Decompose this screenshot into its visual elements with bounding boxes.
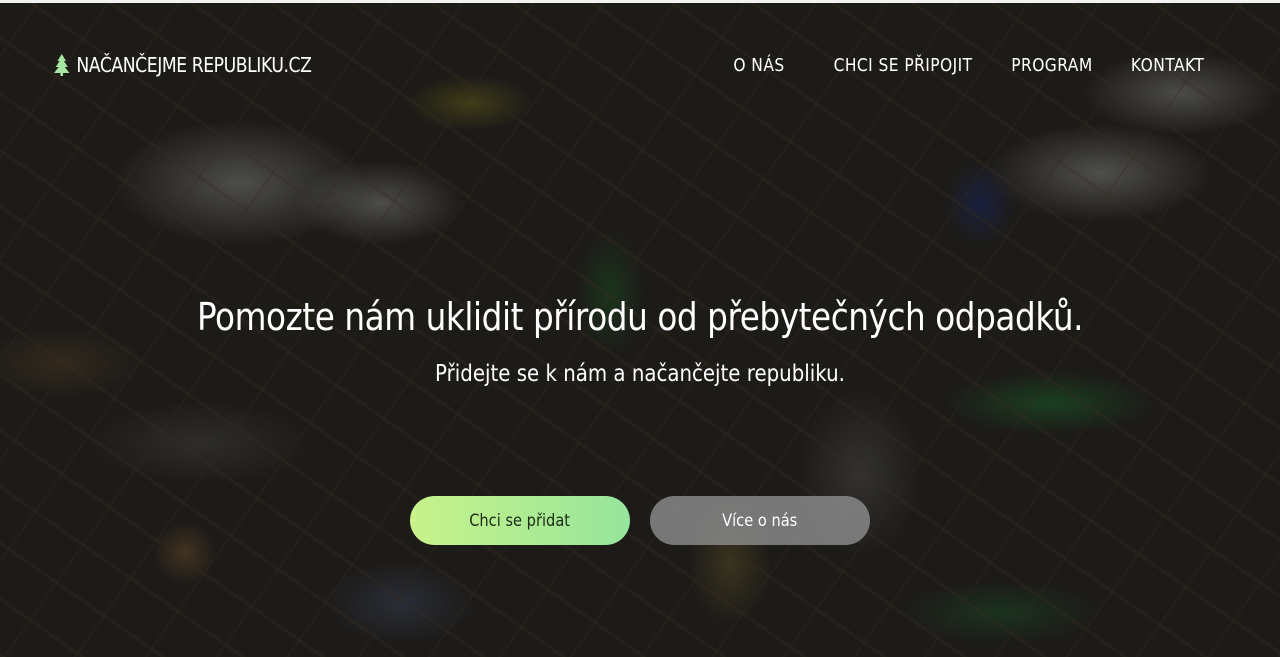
- top-navigation: NAČANČEJME REPUBLIKU.CZ O NÁS CHCI SE PŘ…: [0, 49, 1280, 81]
- hero-headline: Pomozte nám uklidit přírodu od přebytečn…: [196, 295, 1084, 339]
- hero-content: Pomozte nám uklidit přírodu od přebytečn…: [0, 295, 1280, 387]
- hero-actions: Chci se přidat Více o nás: [410, 496, 870, 545]
- nav-item-o-nas[interactable]: O NÁS: [733, 55, 784, 76]
- hero-section: NAČANČEJME REPUBLIKU.CZ O NÁS CHCI SE PŘ…: [0, 0, 1280, 657]
- join-button[interactable]: Chci se přidat: [410, 496, 630, 545]
- nav-item-chci-se-pripojit[interactable]: CHCI SE PŘIPOJIT: [833, 55, 972, 76]
- brand-logo-link[interactable]: NAČANČEJME REPUBLIKU.CZ: [54, 49, 312, 81]
- brand-name: NAČANČEJME REPUBLIKU.CZ: [76, 53, 312, 77]
- tree-icon: [54, 54, 70, 76]
- main-menu: O NÁS CHCI SE PŘIPOJIT PROGRAM KONTAKT: [725, 49, 1204, 81]
- more-about-us-button[interactable]: Více o nás: [650, 496, 870, 545]
- nav-item-program[interactable]: PROGRAM: [1011, 55, 1092, 76]
- hero-subline: Přidejte se k nám a načančejte republiku…: [435, 361, 845, 387]
- join-button-label: Chci se přidat: [469, 510, 571, 531]
- more-about-us-button-label: Více o nás: [722, 510, 798, 531]
- nav-item-kontakt[interactable]: KONTAKT: [1131, 55, 1204, 76]
